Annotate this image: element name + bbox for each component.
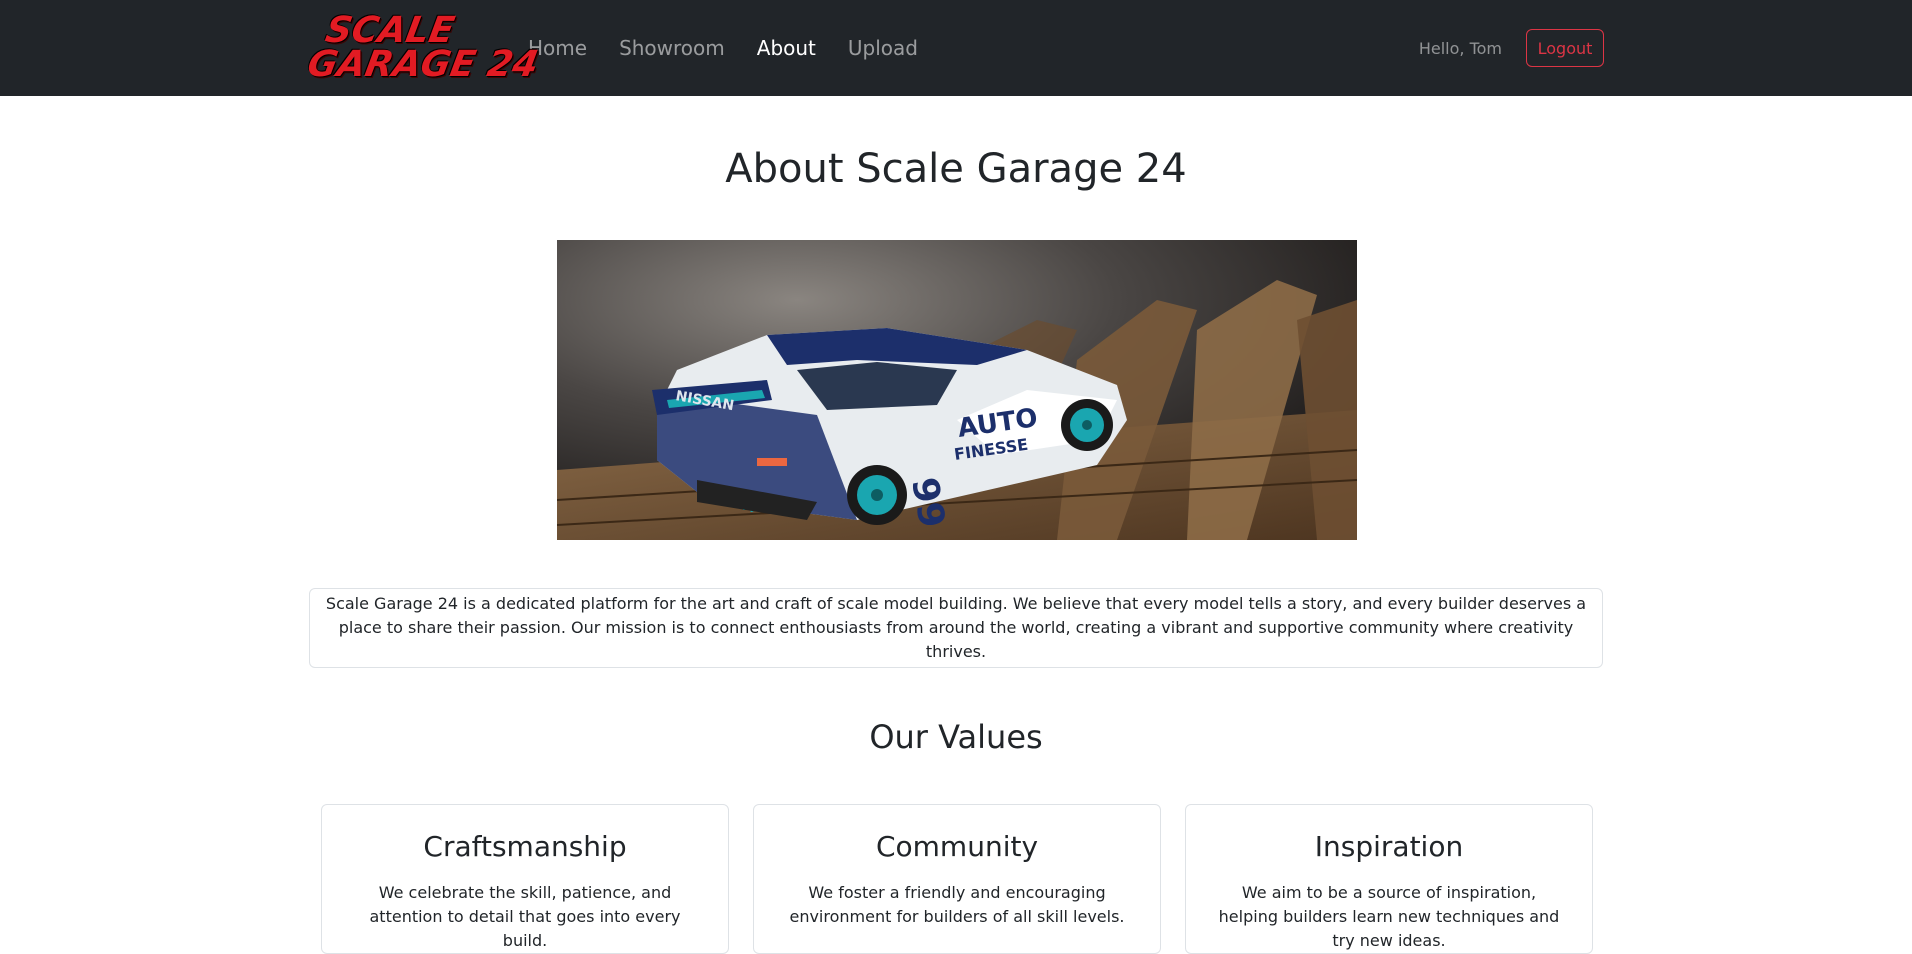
value-card-title: Inspiration <box>1314 830 1464 863</box>
car-photo-illustration: AUTO FINESSE 99 HJA NISSAN <box>557 240 1357 540</box>
intro-paragraph: Scale Garage 24 is a dedicated platform … <box>325 594 1587 661</box>
user-greeting: Hello, Tom <box>1418 38 1502 58</box>
value-card-title: Craftsmanship <box>423 830 627 863</box>
brand-logo[interactable]: SCALE GARAGE 24 <box>304 10 542 85</box>
nav-links: Home Showroom About Upload <box>528 36 950 60</box>
logo-text-line2: GARAGE 24 <box>304 44 542 85</box>
hero-image: AUTO FINESSE 99 HJA NISSAN <box>557 240 1357 540</box>
value-card-community: Community We foster a friendly and encou… <box>753 804 1161 954</box>
navbar-container: SCALE GARAGE 24 Home Showroom About Uplo… <box>304 0 1604 96</box>
value-card-text: We aim to be a source of inspiration, he… <box>1218 883 1560 950</box>
nav-link-showroom[interactable]: Showroom <box>619 36 725 60</box>
value-card-inspiration: Inspiration We aim to be a source of ins… <box>1185 804 1593 954</box>
svg-text:99: 99 <box>903 474 952 530</box>
value-card-text: We celebrate the skill, patience, and at… <box>369 883 681 950</box>
logout-button[interactable]: Logout <box>1526 29 1604 67</box>
nav-link-about[interactable]: About <box>757 36 816 60</box>
page-title: About Scale Garage 24 <box>725 146 1187 192</box>
value-card-craftsmanship: Craftsmanship We celebrate the skill, pa… <box>321 804 729 954</box>
logo-text-line1: SCALE <box>322 10 458 51</box>
values-heading: Our Values <box>869 718 1043 756</box>
intro-card: Scale Garage 24 is a dedicated platform … <box>309 588 1603 668</box>
nav-link-upload[interactable]: Upload <box>848 36 918 60</box>
value-card-title: Community <box>875 830 1039 863</box>
value-card-text: We foster a friendly and encouraging env… <box>789 883 1125 926</box>
navbar: SCALE GARAGE 24 Home Showroom About Uplo… <box>0 0 1912 96</box>
user-area: Hello, Tom Logout <box>1419 29 1604 67</box>
